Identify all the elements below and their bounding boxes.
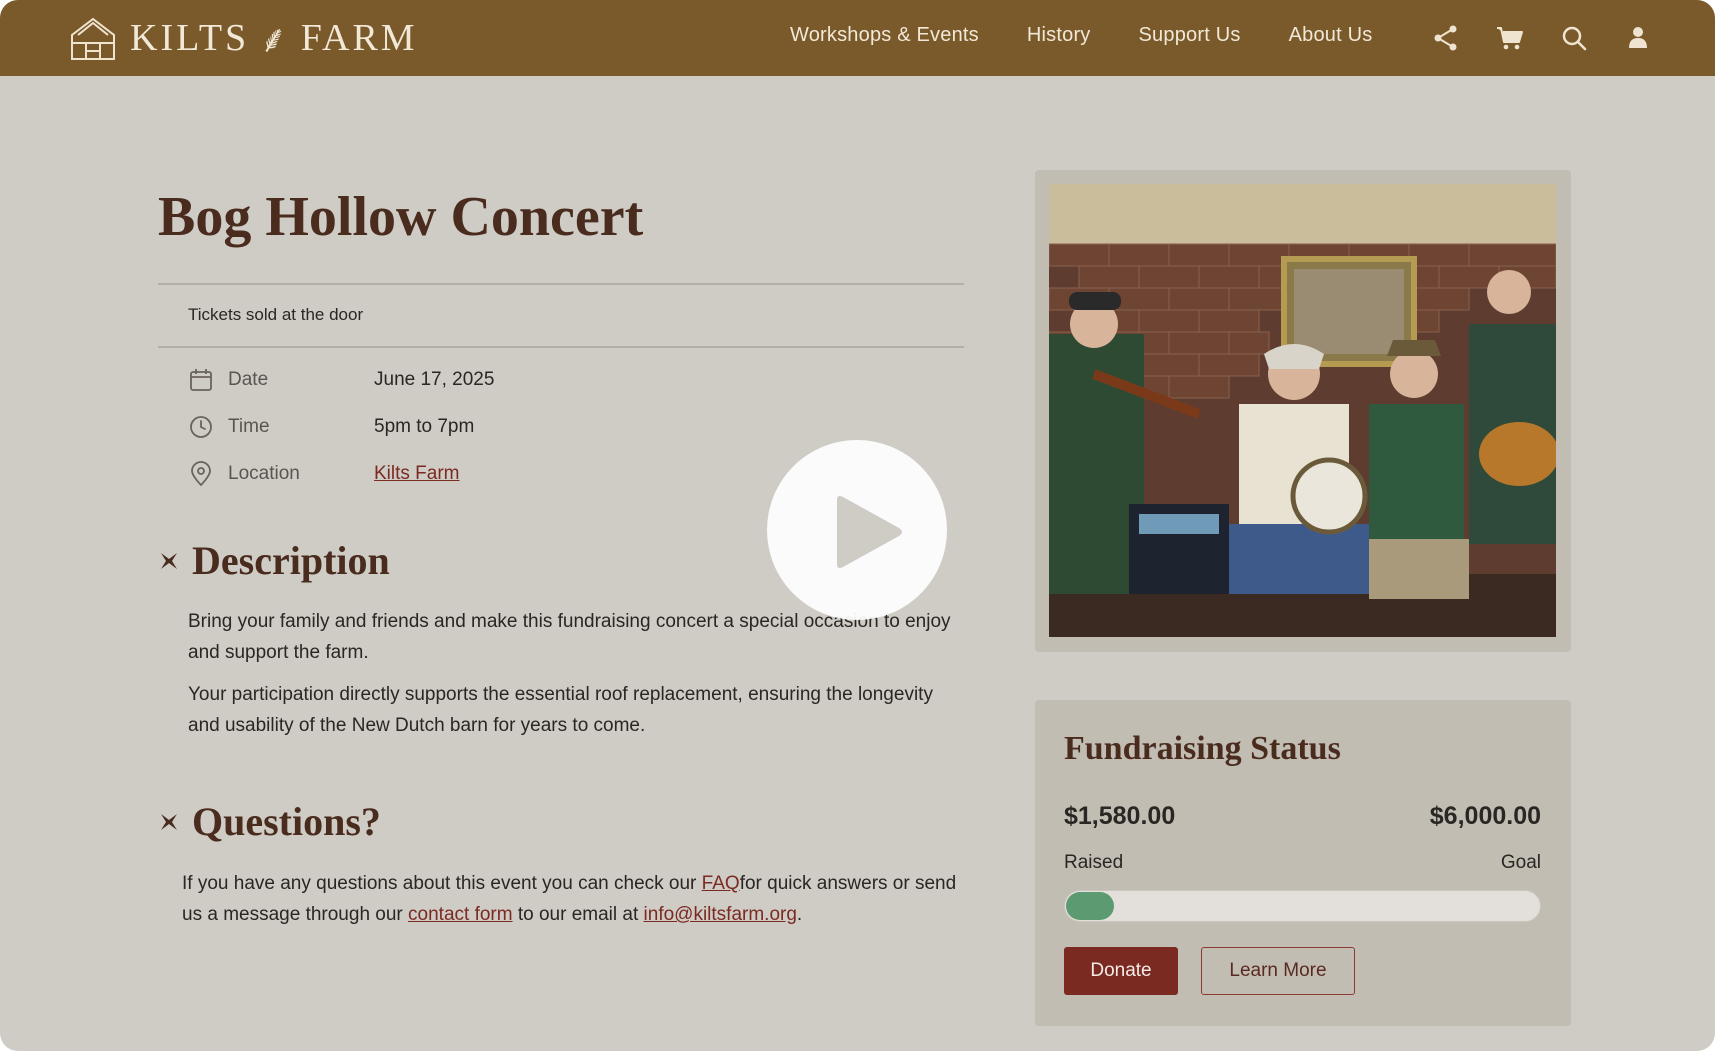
description-paragraph-2: Your participation directly supports the… — [188, 684, 933, 736]
brand-left: KILTS — [130, 17, 250, 59]
learn-more-button[interactable]: Learn More — [1201, 947, 1355, 995]
raised-amount: $1,580.00 — [1064, 802, 1176, 830]
site-header: KILTS ⸙ FARM Workshops & Events History … — [0, 0, 1715, 76]
goal-amount: $6,000.00 — [1429, 802, 1541, 830]
page-title: Bog Hollow Concert — [158, 186, 644, 248]
time-label: Time — [228, 416, 270, 437]
nav-about-us[interactable]: About Us — [1289, 24, 1373, 47]
location-link[interactable]: Kilts Farm — [374, 463, 460, 484]
questions-heading-text: Questions? — [192, 799, 381, 844]
contact-form-link[interactable]: contact form — [408, 904, 513, 925]
goal-label: Goal — [1500, 852, 1541, 873]
video-play-button[interactable] — [767, 440, 947, 620]
faq-link[interactable]: FAQ — [702, 873, 740, 894]
nav-workshops-events[interactable]: Workshops & Events — [790, 24, 979, 47]
email-link[interactable]: info@kiltsfarm.org — [644, 904, 797, 925]
description-heading: Description — [158, 537, 390, 584]
event-location-row: Location Kilts Farm — [188, 459, 460, 489]
progress-bar — [1064, 890, 1541, 922]
share-icon[interactable] — [1430, 22, 1462, 54]
questions-text-4: . — [796, 904, 803, 925]
main-nav: Workshops & Events History Support Us Ab… — [790, 24, 1420, 47]
calendar-icon — [190, 369, 212, 391]
user-icon[interactable] — [1622, 22, 1654, 54]
brand-wordmark: KILTS ⸙ FARM — [130, 12, 418, 64]
questions-paragraph: If you have any questions about this eve… — [182, 868, 962, 930]
barn-logo-icon — [71, 17, 115, 60]
event-date-row: Date June 17, 2025 — [188, 365, 494, 395]
flourish-icon — [161, 813, 177, 830]
clock-icon — [190, 416, 212, 438]
nav-support-us[interactable]: Support Us — [1139, 24, 1241, 47]
divider — [158, 283, 964, 285]
date-label: Date — [228, 369, 269, 390]
location-value: Kilts Farm — [374, 463, 460, 485]
header-icons — [1430, 22, 1686, 54]
site-logo[interactable]: KILTS ⸙ FARM — [68, 14, 418, 62]
play-icon — [837, 496, 902, 568]
date-value: June 17, 2025 — [374, 369, 495, 390]
fundraising-card: Fundraising Status $1,580.00 $6,000.00 R… — [1035, 700, 1571, 1026]
page-frame: KILTS ⸙ FARM Workshops & Events History … — [0, 0, 1715, 1051]
location-label: Location — [228, 463, 300, 484]
donate-button[interactable]: Donate — [1064, 947, 1178, 995]
brand-separator: ⸙ — [259, 19, 291, 61]
brand-right: FARM — [300, 17, 418, 59]
nav-history[interactable]: History — [1027, 24, 1091, 47]
flourish-icon — [161, 552, 177, 569]
description-heading-text: Description — [192, 538, 390, 583]
questions-heading: Questions? — [158, 798, 381, 845]
map-pin-icon — [191, 461, 211, 487]
event-photo — [1049, 184, 1556, 637]
event-time-row: Time 5pm to 7pm — [188, 412, 474, 442]
tickets-note: Tickets sold at the door — [188, 305, 364, 324]
event-photo-card — [1035, 170, 1571, 652]
progress-bar-fill — [1066, 892, 1114, 920]
cart-icon[interactable] — [1494, 22, 1526, 54]
questions-text-3: to our email at — [512, 904, 644, 925]
time-value: 5pm to 7pm — [374, 416, 475, 437]
divider — [158, 346, 964, 348]
search-icon[interactable] — [1558, 22, 1590, 54]
fundraising-title: Fundraising Status — [1064, 730, 1341, 767]
questions-text-1: If you have any questions about this eve… — [182, 873, 702, 894]
raised-label: Raised — [1064, 852, 1124, 873]
